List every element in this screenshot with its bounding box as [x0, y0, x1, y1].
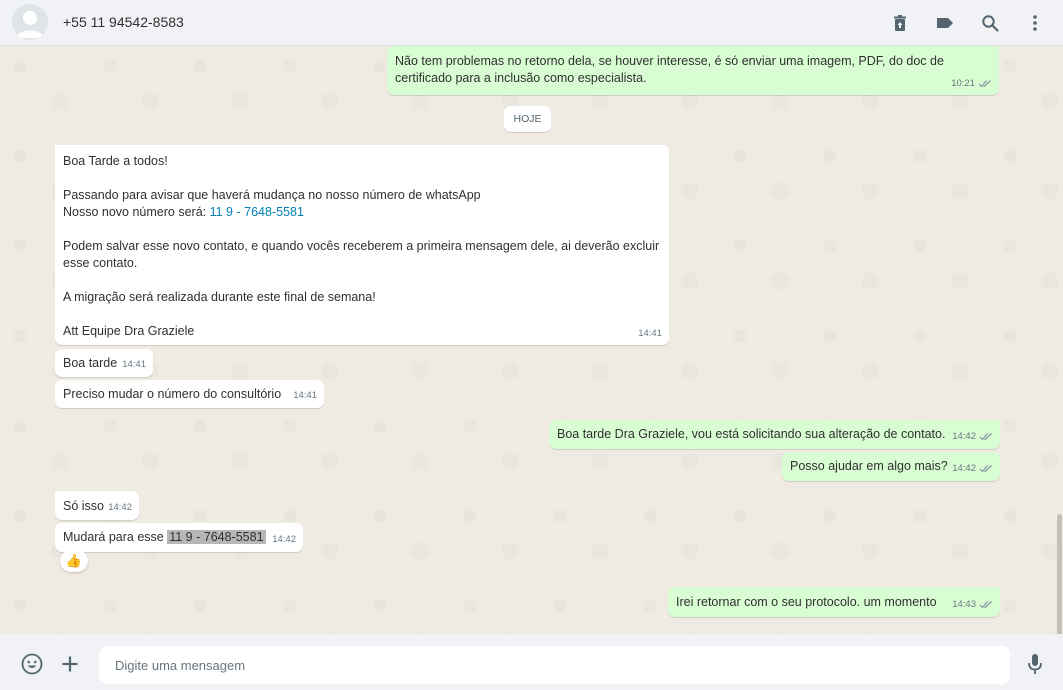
attach-plus-icon[interactable]	[57, 651, 83, 677]
message-text: Att Equipe Dra Graziele	[63, 324, 195, 338]
message-meta: 14:41	[122, 356, 146, 373]
header-actions	[869, 9, 1049, 37]
message-incoming[interactable]: Mudará para esse 11 9 - 7648-5581 14:42	[55, 523, 303, 552]
chat-header: +55 11 94542-8583	[0, 0, 1063, 46]
chat-scrollbar[interactable]	[1057, 514, 1062, 634]
menu-icon[interactable]	[1021, 9, 1049, 37]
read-ticks-icon	[979, 433, 992, 441]
message-text: Irei retornar com o seu protocolo. um mo…	[676, 595, 937, 609]
message-outgoing[interactable]: Posso ajudar em algo mais? 14:42	[782, 452, 1000, 481]
message-text: Preciso mudar o número do consultório	[63, 387, 282, 401]
message-outgoing[interactable]: Irei retornar com o seu protocolo. um mo…	[668, 587, 1000, 617]
message-text-prefix: Nosso novo número será:	[63, 205, 210, 219]
read-ticks-icon	[979, 601, 992, 609]
message-incoming[interactable]: Preciso mudar o número do consultório 14…	[55, 380, 324, 408]
highlighted-phone-number: 11 9 - 7648-5581	[167, 530, 266, 544]
message-text: Não tem problemas no retorno dela, se ho…	[395, 54, 944, 68]
phone-number-link[interactable]: 11 9 - 7648-5581	[210, 205, 304, 219]
message-text: Boa tarde Dra Graziele, vou está solicit…	[557, 427, 946, 441]
message-meta: 14:41	[293, 387, 317, 404]
message-input[interactable]	[99, 646, 1010, 684]
message-meta: 14:42	[952, 428, 993, 445]
message-text: Passando para avisar que haverá mudança …	[63, 188, 481, 202]
contact-name[interactable]: +55 11 94542-8583	[63, 14, 184, 30]
message-text: Podem salvar esse novo contato, e quando…	[63, 239, 660, 253]
read-ticks-icon	[978, 80, 991, 88]
message-text: certificado para a inclusão como especia…	[395, 71, 647, 85]
message-meta: 14:42	[272, 531, 296, 548]
message-incoming[interactable]: Boa Tarde a todos! Passando para avisar …	[55, 145, 669, 345]
message-time: 14:43	[952, 599, 976, 610]
message-time: 14:41	[122, 359, 146, 370]
message-text: A migração será realizada durante este f…	[63, 290, 376, 304]
message-time: 14:42	[952, 431, 976, 442]
message-meta: 14:43	[952, 596, 993, 613]
contact-avatar[interactable]	[12, 4, 48, 40]
message-time: 14:42	[108, 502, 132, 513]
microphone-icon[interactable]	[1022, 651, 1048, 677]
message-text: Boa Tarde a todos!	[63, 154, 168, 168]
message-text: esse contato.	[63, 256, 138, 270]
composer-bar	[0, 634, 1063, 690]
read-ticks-icon	[979, 465, 992, 473]
message-incoming[interactable]: Só isso 14:42	[55, 491, 139, 520]
message-meta: 14:41	[638, 325, 662, 342]
delete-icon[interactable]	[886, 9, 914, 37]
default-avatar-icon	[12, 4, 48, 40]
date-divider: HOJE	[504, 106, 551, 132]
message-time: 14:41	[293, 390, 317, 401]
message-time: 14:42	[952, 463, 976, 474]
message-text: Nosso novo número será: 11 9 - 7648-5581	[63, 204, 661, 221]
message-time: 10:21	[951, 78, 975, 89]
message-text-prefix: Mudará para esse	[63, 530, 168, 544]
message-meta: 14:42	[952, 460, 993, 477]
message-meta: 10:21	[951, 75, 992, 92]
message-time: 14:42	[272, 534, 296, 545]
thumbs-up-reaction[interactable]: 👍	[60, 550, 88, 572]
message-outgoing[interactable]: Não tem problemas no retorno dela, se ho…	[387, 46, 999, 95]
search-icon[interactable]	[976, 9, 1004, 37]
label-icon[interactable]	[931, 9, 959, 37]
message-incoming[interactable]: Boa tarde 14:41	[55, 349, 153, 377]
chat-panel[interactable]: Não tem problemas no retorno dela, se ho…	[0, 46, 1063, 634]
message-text: Mudará para esse 11 9 - 7648-5581	[63, 529, 295, 546]
message-meta: 14:42	[108, 499, 132, 516]
emoji-icon[interactable]	[19, 651, 45, 677]
message-time: 14:41	[638, 328, 662, 339]
message-outgoing[interactable]: Boa tarde Dra Graziele, vou está solicit…	[549, 420, 1000, 449]
